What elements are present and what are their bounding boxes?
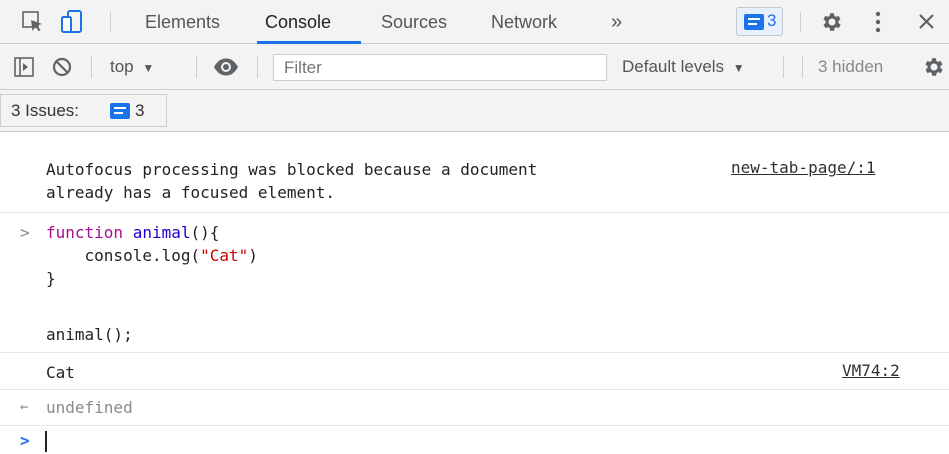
code-text: console.log( [46, 246, 201, 265]
log-levels-dropdown[interactable]: Default levels ▼ [622, 57, 745, 77]
live-expression-eye-icon[interactable] [213, 57, 239, 77]
divider [800, 12, 801, 32]
hidden-messages-count: 3 hidden [818, 57, 884, 76]
message-icon [110, 103, 130, 119]
device-toolbar-icon[interactable] [61, 9, 83, 34]
filter-input[interactable] [273, 54, 607, 81]
prompt-chevron-icon: > [20, 431, 30, 450]
console-message-text: Autofocus processing was blocked because… [46, 160, 538, 179]
console-toolbar: top ▼ Default levels ▼ 3 hidden [0, 44, 949, 90]
context-selector-value: top [110, 57, 134, 76]
divider [0, 389, 949, 390]
dropdown-arrow-icon: ▼ [732, 61, 745, 75]
tab-network[interactable]: Network [491, 0, 557, 44]
code-string: "Cat" [200, 246, 249, 265]
console-input-line: function animal(){ [46, 221, 219, 244]
divider [0, 352, 949, 353]
code-function-name: animal [132, 223, 191, 242]
console-input-line: animal(); [46, 325, 133, 344]
more-tabs-chevron-icon[interactable]: » [611, 0, 622, 44]
divider [257, 56, 258, 78]
clear-console-icon[interactable] [52, 57, 72, 77]
more-options-kebab-icon[interactable] [875, 11, 881, 33]
code-text: (){ [190, 223, 220, 242]
issues-bar: 3 Issues: 3 [0, 90, 949, 132]
tab-console[interactable]: Console [265, 0, 331, 44]
console-input-line: console.log("Cat") [46, 244, 258, 267]
console-log-output: Cat [46, 363, 75, 382]
settings-gear-icon[interactable] [820, 10, 844, 34]
tab-elements[interactable]: Elements [145, 0, 220, 44]
issues-count: 3 [135, 101, 145, 120]
inspect-element-icon[interactable] [22, 11, 44, 33]
issues-counter-badge[interactable]: 3 [736, 7, 783, 36]
divider [91, 56, 92, 78]
dropdown-arrow-icon: ▼ [142, 61, 155, 75]
divider [110, 12, 111, 32]
context-selector[interactable]: top ▼ [110, 57, 154, 77]
console-input-line: } [46, 269, 56, 288]
console-prompt-cursor[interactable] [45, 431, 47, 452]
divider [0, 425, 949, 426]
console-return-value: undefined [46, 398, 133, 417]
close-icon[interactable] [918, 13, 935, 30]
divider [802, 56, 803, 78]
log-levels-label: Default levels [622, 57, 725, 76]
issues-button[interactable]: 3 Issues: 3 [0, 94, 167, 127]
message-icon [744, 14, 764, 30]
result-arrow-icon: ← [20, 399, 29, 415]
issues-label: 3 Issues: [11, 101, 80, 120]
code-keyword: function [46, 223, 124, 242]
divider [196, 56, 197, 78]
code-text: ) [248, 246, 258, 265]
input-prompt-chevron-icon: > [20, 223, 30, 242]
message-source-link[interactable]: new-tab-page/:1 [731, 158, 876, 177]
divider [0, 212, 949, 213]
tab-sources[interactable]: Sources [381, 0, 447, 44]
message-source-link[interactable]: VM74:2 [842, 361, 900, 380]
devtools-tab-bar: Elements Console Sources Network » 3 [0, 0, 949, 44]
console-message-text: already has a focused element. [46, 183, 335, 202]
issues-counter-value: 3 [767, 11, 777, 30]
show-sidebar-icon[interactable] [14, 57, 34, 77]
console-settings-gear-icon[interactable] [922, 55, 946, 79]
divider [783, 56, 784, 78]
